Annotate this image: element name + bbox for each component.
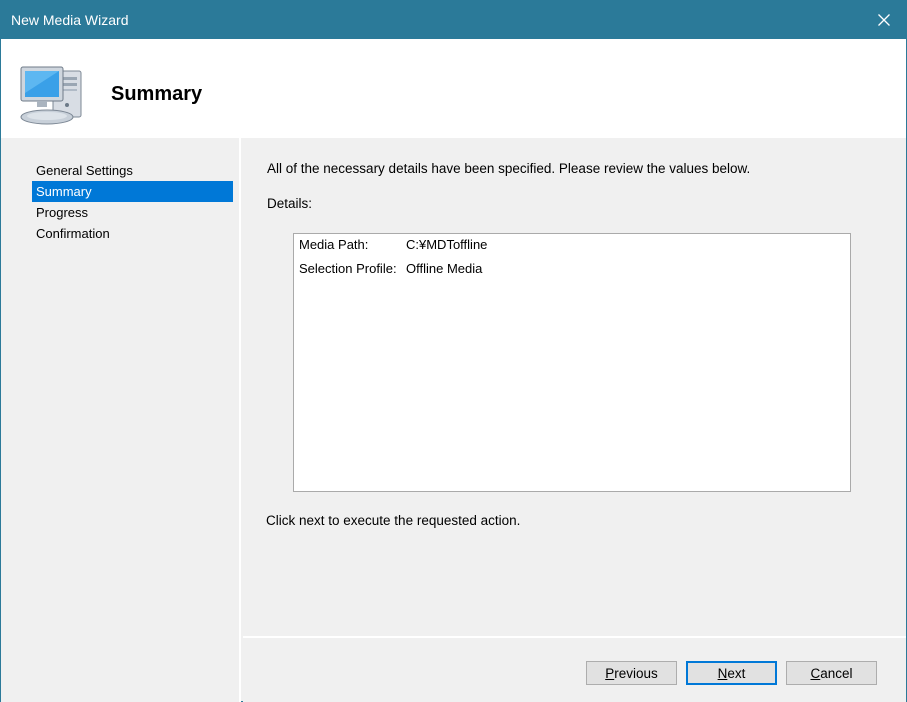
wizard-window: New Media Wizard Summary General Setting… bbox=[0, 0, 907, 702]
next-button[interactable]: Next bbox=[686, 661, 777, 685]
cancel-button[interactable]: Cancel bbox=[786, 661, 877, 685]
close-button[interactable] bbox=[862, 1, 906, 39]
window-title: New Media Wizard bbox=[11, 12, 129, 28]
wizard-steps-sidebar: General Settings Summary Progress Confir… bbox=[1, 138, 241, 702]
close-icon bbox=[878, 14, 890, 26]
button-bar: Previous Next Cancel bbox=[243, 638, 906, 702]
intro-text: All of the necessary details have been s… bbox=[267, 161, 751, 176]
sidebar-item-progress[interactable]: Progress bbox=[32, 202, 233, 223]
detail-key: Selection Profile: bbox=[299, 261, 397, 276]
detail-row-media-path: Media Path: C:¥MDToffline bbox=[299, 237, 487, 252]
sidebar-item-summary[interactable]: Summary bbox=[32, 181, 233, 202]
cancel-access-key: C bbox=[810, 665, 821, 681]
detail-value: Offline Media bbox=[406, 261, 483, 276]
cancel-label-rest: ancel bbox=[820, 665, 853, 681]
computer-icon bbox=[20, 66, 82, 125]
summary-panel: All of the necessary details have been s… bbox=[243, 138, 906, 636]
detail-key: Media Path: bbox=[299, 237, 369, 252]
previous-button[interactable]: Previous bbox=[586, 661, 677, 685]
wizard-header: Summary bbox=[1, 39, 906, 138]
detail-value: C:¥MDToffline bbox=[406, 237, 488, 252]
sidebar-item-confirmation[interactable]: Confirmation bbox=[32, 223, 233, 244]
next-label-rest: ext bbox=[727, 665, 746, 681]
previous-label-rest: revious bbox=[614, 665, 658, 681]
page-title: Summary bbox=[111, 83, 203, 105]
details-box[interactable]: Media Path: C:¥MDToffline Selection Prof… bbox=[293, 233, 851, 492]
next-access-key: N bbox=[717, 665, 728, 681]
details-label: Details: bbox=[267, 196, 313, 211]
footer-text: Click next to execute the requested acti… bbox=[266, 513, 521, 528]
title-bar[interactable]: New Media Wizard bbox=[1, 1, 906, 39]
previous-access-key: P bbox=[605, 665, 615, 681]
detail-row-selection-profile: Selection Profile: Offline Media bbox=[299, 261, 482, 276]
sidebar-item-general-settings[interactable]: General Settings bbox=[32, 160, 233, 181]
